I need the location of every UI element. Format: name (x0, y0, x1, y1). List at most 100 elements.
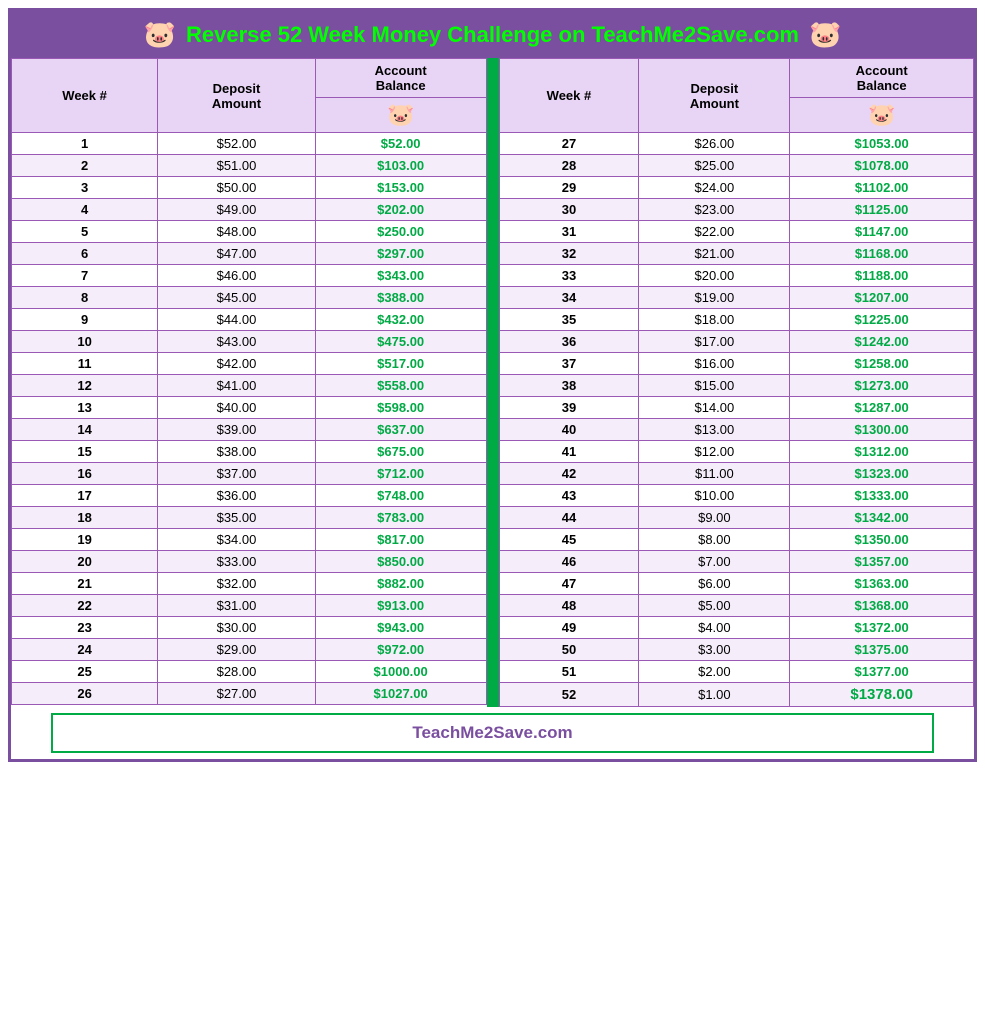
right-balance-cell: $1125.00 (790, 199, 974, 221)
right-deposit-cell: $9.00 (639, 507, 790, 529)
right-deposit-cell: $2.00 (639, 661, 790, 683)
tables-container: Week # DepositAmount AccountBalance 🐷 1$… (11, 58, 974, 707)
right-deposit-cell: $18.00 (639, 309, 790, 331)
left-table-row: 21$32.00$882.00 (12, 573, 487, 595)
left-deposit-cell: $41.00 (158, 375, 316, 397)
left-deposit-cell: $49.00 (158, 199, 316, 221)
right-table-row: 40$13.00$1300.00 (499, 419, 974, 441)
right-balance-cell: $1312.00 (790, 441, 974, 463)
left-deposit-cell: $32.00 (158, 573, 316, 595)
left-balance-cell: $972.00 (315, 639, 486, 661)
right-table-row: 47$6.00$1363.00 (499, 573, 974, 595)
right-balance-cell: $1378.00 (790, 683, 974, 707)
footer: TeachMe2Save.com (51, 713, 934, 753)
left-deposit-cell: $38.00 (158, 441, 316, 463)
left-table-container: Week # DepositAmount AccountBalance 🐷 1$… (11, 58, 487, 707)
left-table-row: 1$52.00$52.00 (12, 133, 487, 155)
left-balance-cell: $153.00 (315, 177, 486, 199)
right-table-row: 38$15.00$1273.00 (499, 375, 974, 397)
left-week-cell: 23 (12, 617, 158, 639)
right-deposit-cell: $16.00 (639, 353, 790, 375)
left-table-row: 11$42.00$517.00 (12, 353, 487, 375)
right-deposit-cell: $7.00 (639, 551, 790, 573)
right-week-cell: 31 (499, 221, 639, 243)
right-balance-cell: $1225.00 (790, 309, 974, 331)
right-week-cell: 30 (499, 199, 639, 221)
right-deposit-cell: $8.00 (639, 529, 790, 551)
left-table-row: 17$36.00$748.00 (12, 485, 487, 507)
right-deposit-cell: $20.00 (639, 265, 790, 287)
right-balance-cell: $1147.00 (790, 221, 974, 243)
left-balance-cell: $850.00 (315, 551, 486, 573)
right-deposit-cell: $21.00 (639, 243, 790, 265)
left-table-row: 6$47.00$297.00 (12, 243, 487, 265)
left-deposit-cell: $39.00 (158, 419, 316, 441)
left-deposit-cell: $43.00 (158, 331, 316, 353)
right-week-cell: 43 (499, 485, 639, 507)
right-balance-cell: $1273.00 (790, 375, 974, 397)
left-week-cell: 20 (12, 551, 158, 573)
left-deposit-cell: $44.00 (158, 309, 316, 331)
right-balance-cell: $1053.00 (790, 133, 974, 155)
left-balance-cell: $783.00 (315, 507, 486, 529)
left-week-cell: 19 (12, 529, 158, 551)
right-table-row: 50$3.00$1375.00 (499, 639, 974, 661)
right-week-cell: 37 (499, 353, 639, 375)
left-week-cell: 16 (12, 463, 158, 485)
page-container: 🐷 Reverse 52 Week Money Challenge on Tea… (8, 8, 977, 762)
right-deposit-cell: $10.00 (639, 485, 790, 507)
right-balance-cell: $1357.00 (790, 551, 974, 573)
right-balance-cell: $1333.00 (790, 485, 974, 507)
right-week-cell: 28 (499, 155, 639, 177)
left-balance-cell: $432.00 (315, 309, 486, 331)
left-week-cell: 7 (12, 265, 158, 287)
right-table-row: 36$17.00$1242.00 (499, 331, 974, 353)
left-balance-cell: $943.00 (315, 617, 486, 639)
right-balance-cell: $1350.00 (790, 529, 974, 551)
left-deposit-cell: $31.00 (158, 595, 316, 617)
right-week-cell: 50 (499, 639, 639, 661)
left-table-row: 10$43.00$475.00 (12, 331, 487, 353)
right-table-row: 27$26.00$1053.00 (499, 133, 974, 155)
right-deposit-cell: $6.00 (639, 573, 790, 595)
right-table-row: 33$20.00$1188.00 (499, 265, 974, 287)
right-table-row: 52$1.00$1378.00 (499, 683, 974, 707)
right-deposit-cell: $25.00 (639, 155, 790, 177)
right-week-cell: 36 (499, 331, 639, 353)
right-balance-cell: $1375.00 (790, 639, 974, 661)
left-week-cell: 1 (12, 133, 158, 155)
left-table-row: 19$34.00$817.00 (12, 529, 487, 551)
right-table-row: 49$4.00$1372.00 (499, 617, 974, 639)
right-table-row: 37$16.00$1258.00 (499, 353, 974, 375)
left-table-row: 18$35.00$783.00 (12, 507, 487, 529)
left-week-cell: 24 (12, 639, 158, 661)
left-week-cell: 10 (12, 331, 158, 353)
left-deposit-header: DepositAmount (158, 59, 316, 133)
right-week-cell: 32 (499, 243, 639, 265)
right-week-cell: 42 (499, 463, 639, 485)
left-week-cell: 21 (12, 573, 158, 595)
left-table-row: 4$49.00$202.00 (12, 199, 487, 221)
center-divider (487, 58, 499, 707)
left-deposit-cell: $27.00 (158, 683, 316, 705)
left-deposit-cell: $33.00 (158, 551, 316, 573)
left-balance-cell: $103.00 (315, 155, 486, 177)
right-table-row: 41$12.00$1312.00 (499, 441, 974, 463)
left-balance-cell: $250.00 (315, 221, 486, 243)
right-table-row: 29$24.00$1102.00 (499, 177, 974, 199)
right-table-row: 45$8.00$1350.00 (499, 529, 974, 551)
right-balance-cell: $1078.00 (790, 155, 974, 177)
right-deposit-header: DepositAmount (639, 59, 790, 133)
left-balance-cell: $202.00 (315, 199, 486, 221)
left-table-row: 26$27.00$1027.00 (12, 683, 487, 705)
left-balance-header-text: AccountBalance (315, 59, 486, 98)
left-week-cell: 25 (12, 661, 158, 683)
left-week-header: Week # (12, 59, 158, 133)
left-balance-cell: $343.00 (315, 265, 486, 287)
right-week-cell: 33 (499, 265, 639, 287)
left-deposit-cell: $47.00 (158, 243, 316, 265)
left-week-cell: 5 (12, 221, 158, 243)
left-table-row: 2$51.00$103.00 (12, 155, 487, 177)
right-deposit-cell: $19.00 (639, 287, 790, 309)
left-deposit-cell: $45.00 (158, 287, 316, 309)
